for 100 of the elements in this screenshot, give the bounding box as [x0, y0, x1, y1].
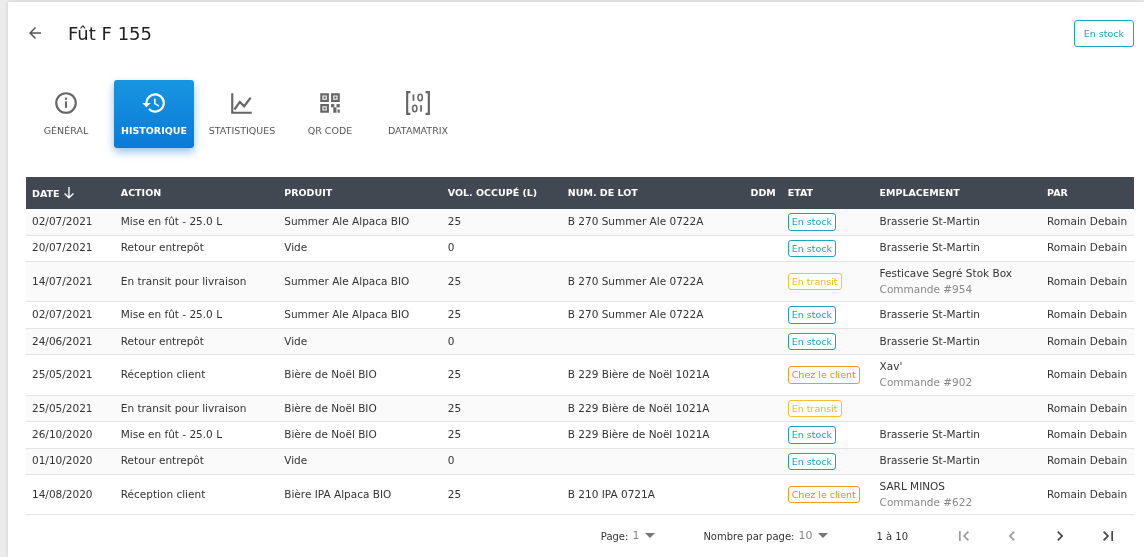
location-text: Brasserie St-Martin	[879, 426, 981, 442]
tab[interactable]: STATISTIQUES	[202, 79, 282, 148]
user-text: Romain Debain	[1047, 427, 1128, 440]
product-text: Vide	[284, 454, 308, 467]
location-text: Brasserie St-Martin	[879, 333, 981, 349]
product-text: Bière de Noël BIO	[284, 368, 377, 381]
column-header[interactable]: PRODUIT	[284, 186, 333, 198]
dropdown-caret-icon[interactable]	[818, 533, 829, 540]
location-text: Xav'	[879, 359, 904, 375]
location-text: Festicave Segré Stok Box	[879, 265, 1013, 281]
lot-text: B 229 Bière de Noël 1021A	[567, 368, 710, 381]
user-text: Romain Debain	[1047, 334, 1128, 347]
product-text: Vide	[284, 334, 308, 347]
per-page-label: Nombre par page:	[703, 529, 795, 544]
product-text: Summer Ale Alpaca BIO	[284, 308, 410, 321]
date-text: 25/05/2021	[32, 368, 93, 381]
product-text: Bière IPA Alpaca BIO	[284, 487, 392, 500]
user-text: Romain Debain	[1047, 401, 1128, 414]
action-text: Mise en fût - 25.0 L	[120, 215, 222, 227]
location-text: Brasserie St-Martin	[879, 453, 981, 469]
user-text: Romain Debain	[1047, 368, 1128, 381]
volume-text: 25	[447, 274, 462, 287]
per-page-select[interactable]: 10	[798, 527, 813, 545]
product-text: Summer Ale Alpaca BIO	[284, 215, 410, 227]
status-badge: En transit	[787, 273, 842, 291]
action-text: Retour entrepôt	[120, 241, 204, 254]
binary-matrix-icon	[405, 89, 431, 116]
location-text: Brasserie St-Martin	[879, 214, 981, 229]
date-text: 25/05/2021	[32, 401, 93, 414]
status-badge: Chez le client	[787, 485, 860, 504]
date-text: 14/07/2021	[32, 274, 93, 287]
action-text: Mise en fût - 25.0 L	[120, 308, 222, 321]
volume-text: 25	[447, 308, 462, 321]
dropdown-caret-icon[interactable]	[645, 533, 656, 540]
order-number: Commande #622	[879, 494, 974, 510]
status-badge: En transit	[787, 399, 842, 418]
date-text: 01/10/2020	[32, 454, 93, 467]
status-badge: En stock	[787, 452, 836, 470]
page-select[interactable]: 1	[632, 527, 640, 545]
user-text: Romain Debain	[1047, 487, 1128, 500]
location-text: SARL MINOS	[879, 478, 946, 494]
location-text: Brasserie St-Martin	[879, 307, 981, 323]
lot-text: B 229 Bière de Noël 1021A	[567, 401, 710, 414]
volume-text: 0	[447, 454, 455, 467]
status-badge: En stock	[787, 239, 836, 257]
product-text: Summer Ale Alpaca BIO	[284, 274, 410, 287]
volume-text: 25	[447, 487, 462, 500]
lot-text: B 229 Bière de Noël 1021A	[567, 427, 710, 440]
column-header[interactable]: PAR	[1047, 186, 1068, 198]
date-text: 02/07/2021	[32, 215, 93, 227]
info-icon	[53, 89, 79, 116]
column-header[interactable]: ACTION	[120, 186, 162, 198]
status-badge: Chez le client	[787, 366, 860, 384]
action-text: Réception client	[120, 368, 206, 381]
column-header[interactable]: DATE	[32, 187, 60, 199]
action-text: En transit pour livraison	[120, 274, 247, 287]
volume-text: 25	[447, 368, 462, 381]
column-header[interactable]: ETAT	[787, 186, 814, 198]
date-text: 24/06/2021	[32, 334, 93, 347]
status-badge: En stock	[787, 213, 836, 231]
status-badge: En stock	[787, 306, 836, 324]
order-number: Commande #902	[879, 375, 974, 390]
product-text: Vide	[284, 241, 308, 254]
lot-text: B 270 Summer Ale 0722A	[567, 274, 704, 287]
range-text: 1 à 10	[876, 529, 908, 544]
volume-text: 0	[447, 241, 455, 254]
user-text: Romain Debain	[1047, 215, 1128, 227]
volume-text: 25	[447, 215, 462, 227]
date-text: 14/08/2020	[32, 487, 93, 500]
product-text: Bière de Noël BIO	[284, 427, 377, 440]
tab[interactable]: DATAMATRIX	[378, 79, 458, 148]
volume-text: 0	[447, 334, 455, 347]
action-text: Réception client	[120, 487, 206, 500]
action-text: Retour entrepôt	[120, 334, 204, 347]
status-badge: En stock	[1073, 19, 1134, 48]
action-text: En transit pour livraison	[120, 401, 247, 414]
tab[interactable]: GÉNÉRAL	[26, 79, 106, 148]
status-badge: En stock	[787, 426, 836, 444]
location-text: Brasserie St-Martin	[879, 240, 981, 256]
page-title: Fût F 155	[68, 21, 152, 46]
order-number: Commande #954	[879, 281, 974, 297]
product-text: Bière de Noël BIO	[284, 401, 377, 414]
page-label: Page:	[600, 529, 629, 544]
tab[interactable]: HISTORIQUE	[114, 79, 194, 148]
user-text: Romain Debain	[1047, 308, 1128, 321]
action-text: Retour entrepôt	[120, 454, 204, 467]
date-text: 26/10/2020	[32, 427, 93, 440]
lot-text: B 270 Summer Ale 0722A	[567, 215, 704, 227]
column-header[interactable]: NUM. DE LOT	[567, 186, 638, 198]
volume-text: 25	[447, 427, 462, 440]
date-text: 02/07/2021	[32, 308, 93, 321]
user-text: Romain Debain	[1047, 454, 1128, 467]
user-text: Romain Debain	[1047, 241, 1128, 254]
volume-text: 25	[447, 401, 462, 414]
date-text: 20/07/2021	[32, 241, 93, 254]
column-header[interactable]: EMPLACEMENT	[879, 186, 960, 198]
action-text: Mise en fût - 25.0 L	[120, 427, 222, 440]
tab[interactable]: QR CODE	[290, 79, 370, 148]
status-badge: En stock	[787, 332, 836, 351]
lot-text: B 270 Summer Ale 0722A	[567, 308, 704, 321]
